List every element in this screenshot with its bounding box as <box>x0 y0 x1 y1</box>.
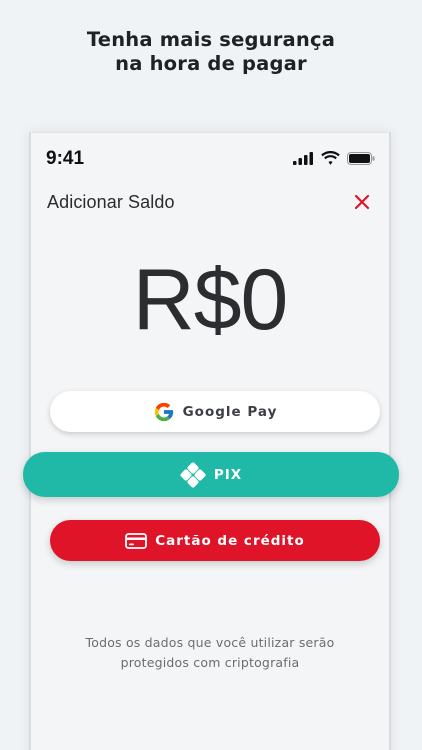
google-pay-button[interactable]: Google Pay <box>50 391 380 432</box>
credit-card-label: Cartão de crédito <box>155 532 305 549</box>
security-footnote: Todos os dados que você utilizar serão p… <box>29 633 391 673</box>
battery-icon <box>347 151 375 165</box>
status-time: 9:41 <box>46 148 85 169</box>
close-button[interactable] <box>353 193 371 211</box>
credit-card-icon <box>125 532 148 549</box>
screen-title: Adicionar Saldo <box>47 192 175 212</box>
headline-line-2: na hora de pagar <box>115 52 307 75</box>
pix-icon <box>180 461 206 488</box>
google-pay-label: Google Pay <box>182 403 278 420</box>
balance-amount: R$0 <box>132 252 289 348</box>
marketing-headline: Tenha mais segurança na hora de pagar <box>0 28 422 76</box>
status-icons <box>293 151 375 165</box>
credit-card-button[interactable]: Cartão de crédito <box>50 520 380 561</box>
pix-label: PIX <box>213 466 243 483</box>
google-g-icon <box>153 401 175 423</box>
pix-button[interactable]: PIX <box>23 452 399 497</box>
close-icon <box>354 194 370 210</box>
footnote-line-1: Todos os dados que você utilizar serão <box>85 635 335 650</box>
footnote-line-2: protegidos com criptografia <box>120 655 300 670</box>
wifi-icon <box>321 151 340 165</box>
headline-line-1: Tenha mais segurança <box>86 28 336 51</box>
cellular-signal-icon <box>293 151 313 165</box>
